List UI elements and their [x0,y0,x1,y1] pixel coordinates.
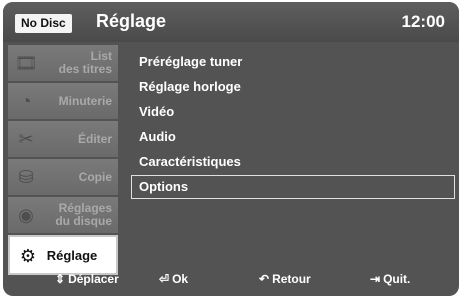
exit-door-icon: ⇥ [370,272,381,286]
button-hint-bar: ⇕ Déplacer ⏎ Ok ↶ Retour ⇥ Quit. [3,260,459,296]
disc-status-badge: No Disc [15,14,72,33]
sidebar-item-label: Minuterie [58,93,112,108]
hint-back: ↶ Retour [259,272,311,286]
sidebar-item-label: List des titres [58,49,112,76]
hint-ok: ⏎ Ok [159,272,189,286]
menu-item-features[interactable]: Caractéristiques [131,150,455,174]
sidebar-item-label: Éditer [77,131,112,146]
return-arrow-icon: ↶ [259,272,270,286]
page-title: Réglage [96,11,167,31]
menu-item-clock-setup[interactable]: Réglage horloge [131,75,455,99]
menu-item-audio[interactable]: Audio [131,125,455,149]
sidebar-item-edit[interactable]: ✂ Éditer [8,121,118,157]
menu-item-video[interactable]: Vidéo [131,100,455,124]
title-bar: No Disc Réglage 12:00 [3,2,459,42]
sidebar-item-title-list[interactable]: 🎞 List des titres [8,45,118,81]
sidebar-item-disc-settings[interactable]: ◉ Réglages du disque [8,197,118,233]
hint-move: ⇕ Déplacer [55,272,119,286]
enter-icon: ⏎ [159,272,170,286]
up-down-arrows-icon: ⇕ [55,272,66,286]
hint-quit: ⇥ Quit. [370,272,411,286]
main-window: No Disc Réglage 12:00 🎞 List des titres ◔… [3,2,459,296]
menu-item-options[interactable]: Options [131,175,455,199]
sidebar-item-label: Réglages du disque [55,201,112,228]
sidebar-item-timer[interactable]: ◔ Minuterie [8,83,118,119]
setup-menu: Préréglage tuner Réglage horloge Vidéo A… [131,50,455,200]
sidebar: 🎞 List des titres ◔ Minuterie ✂ Éditer ⛁ … [8,45,118,277]
clock-display: 12:00 [401,12,445,31]
sidebar-item-label: Copie [78,169,112,184]
sidebar-item-copy[interactable]: ⛁ Copie [8,159,118,195]
menu-item-tuner-preset[interactable]: Préréglage tuner [131,50,455,74]
